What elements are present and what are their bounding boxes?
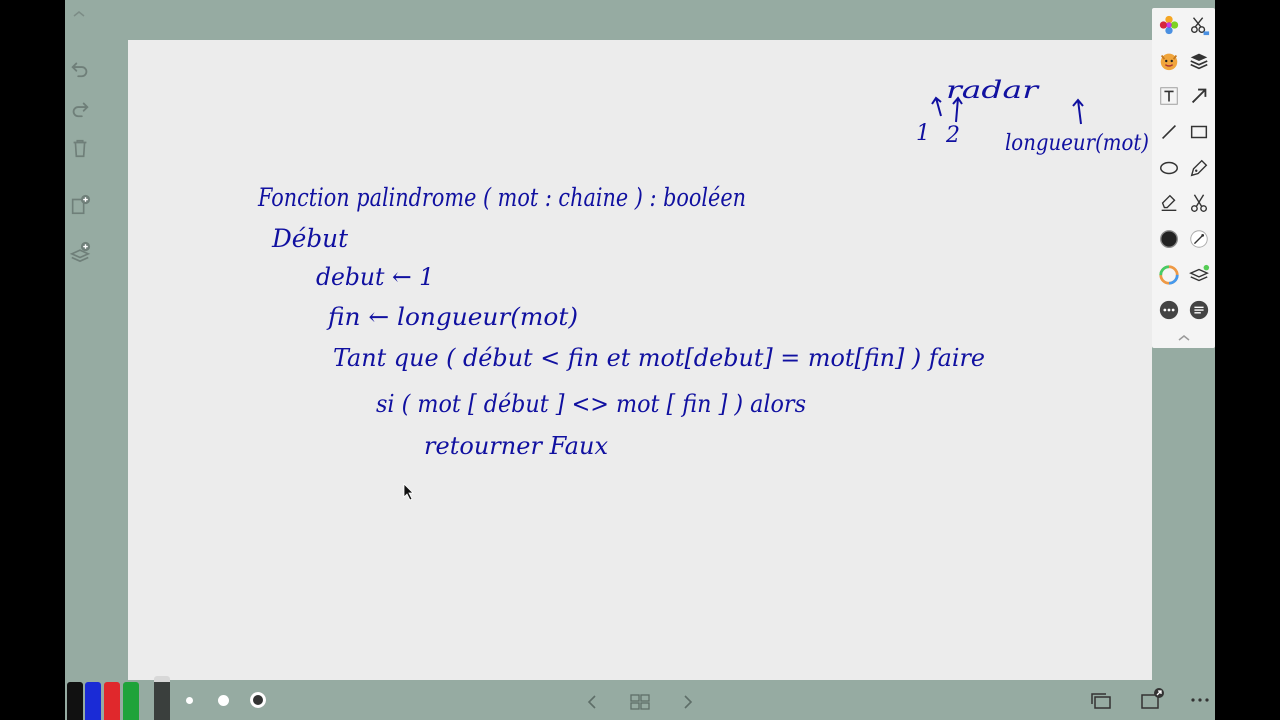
bottom-toolbar [65, 676, 1215, 720]
pen-green[interactable] [123, 682, 139, 720]
stroke-size-large[interactable] [250, 692, 266, 708]
color-wheel-button[interactable] [1156, 262, 1182, 288]
list-icon [1189, 300, 1209, 320]
previous-page-button[interactable] [583, 692, 603, 712]
ink-line-init-debut: debut ← 1 [316, 263, 434, 291]
pen-blue[interactable] [85, 682, 101, 720]
highlighter-tool-button[interactable] [1156, 190, 1182, 216]
layers-icon [1190, 53, 1208, 70]
right-toolbox [1152, 8, 1215, 348]
ink-arrow-first [931, 96, 942, 117]
pen-black[interactable] [67, 682, 83, 720]
photos-button[interactable] [1156, 12, 1182, 38]
stroke-size-small[interactable] [186, 697, 193, 704]
arrow-icon [1191, 88, 1207, 104]
ellipse-icon [1160, 161, 1178, 175]
eyedropper-button[interactable] [1186, 226, 1212, 252]
whiteboard-app: Fonction palindrome ( mot : chaine ) : b… [65, 0, 1215, 720]
scissors-tool-button[interactable] [1186, 190, 1212, 216]
emoji-icon [1160, 53, 1178, 71]
export-button[interactable] [1139, 686, 1165, 712]
undo-icon [71, 62, 88, 78]
window-mode-button[interactable] [1089, 690, 1113, 712]
add-page-icon [71, 194, 91, 215]
panel-collapse-chevron-icon[interactable] [1176, 330, 1192, 341]
ink-line-si: si ( mot [ début ] <> mot [ fin ] ) alor… [376, 390, 806, 418]
chevron-left-icon [587, 695, 596, 709]
stroke-size-medium[interactable] [218, 695, 229, 706]
ink-arrow-last [1072, 98, 1084, 125]
right-letterbox [1215, 0, 1280, 720]
pen-tool-button[interactable] [1186, 155, 1212, 181]
eyedropper-icon [1190, 230, 1208, 248]
color-fill-button[interactable] [1156, 226, 1182, 252]
photos-icon [1159, 15, 1179, 35]
layers-button[interactable] [1186, 48, 1212, 74]
text-tool-button[interactable] [1156, 83, 1182, 109]
ink-line-retourner: retourner Faux [424, 432, 608, 460]
export-icon [1141, 688, 1164, 709]
cut-select-button[interactable] [1186, 12, 1212, 38]
color-fill-icon [1160, 230, 1178, 248]
rectangle-icon [1190, 125, 1208, 139]
more-icon [1159, 300, 1179, 320]
stack-icon [1189, 264, 1210, 282]
text-icon [1160, 87, 1178, 105]
mouse-cursor-icon [403, 483, 414, 501]
arrow-tool-button[interactable] [1186, 83, 1212, 109]
pen-icon [1190, 159, 1208, 177]
ink-index-first: 1 [916, 121, 930, 146]
ink-line-function: Fonction palindrome ( mot : chaine ) : b… [257, 183, 746, 212]
windows-icon [1091, 693, 1111, 709]
grid-icon [630, 694, 650, 710]
emoji-button[interactable] [1156, 48, 1182, 74]
ink-layer: Fonction palindrome ( mot : chaine ) : b… [257, 76, 1149, 501]
add-page-button[interactable] [68, 193, 92, 217]
color-wheel-icon [1159, 265, 1179, 285]
ink-index-last: longueur(mot) [1005, 131, 1149, 156]
left-letterbox [0, 0, 65, 720]
scissors-icon [1190, 194, 1208, 212]
pen-red[interactable] [104, 682, 120, 720]
list-button[interactable] [1186, 297, 1212, 323]
trash-icon [73, 139, 87, 158]
ink-line-init-fin: fin ← longueur(mot) [326, 303, 578, 331]
collapse-chevron-icon[interactable] [71, 6, 87, 17]
redo-button[interactable] [68, 96, 92, 120]
eraser[interactable] [154, 676, 170, 720]
next-page-button[interactable] [677, 692, 697, 712]
more-button[interactable] [1156, 297, 1182, 323]
cut-select-icon [1190, 17, 1210, 36]
redo-icon [72, 102, 89, 118]
highlighter-icon [1161, 194, 1177, 212]
page-grid-button[interactable] [628, 692, 652, 712]
ink-arrow-second [952, 96, 963, 123]
ellipse-tool-button[interactable] [1156, 155, 1182, 181]
delete-button[interactable] [68, 136, 92, 160]
add-layer-button[interactable] [68, 240, 92, 264]
undo-button[interactable] [68, 56, 92, 80]
add-layer-icon [69, 241, 91, 263]
ink-index-second: 2 [945, 123, 960, 148]
chevron-right-icon [684, 695, 693, 709]
line-icon [1161, 124, 1177, 140]
left-toolbar [65, 0, 128, 680]
ink-line-debut: Début [271, 224, 349, 253]
ink-line-tant-que: Tant que ( début < fin et mot[debut] = m… [333, 344, 985, 372]
more-horizontal-icon [1191, 698, 1209, 702]
stack-button[interactable] [1186, 262, 1212, 288]
rectangle-tool-button[interactable] [1186, 119, 1212, 145]
line-tool-button[interactable] [1156, 119, 1182, 145]
whiteboard-canvas[interactable]: Fonction palindrome ( mot : chaine ) : b… [128, 40, 1152, 680]
options-button[interactable] [1189, 692, 1211, 708]
